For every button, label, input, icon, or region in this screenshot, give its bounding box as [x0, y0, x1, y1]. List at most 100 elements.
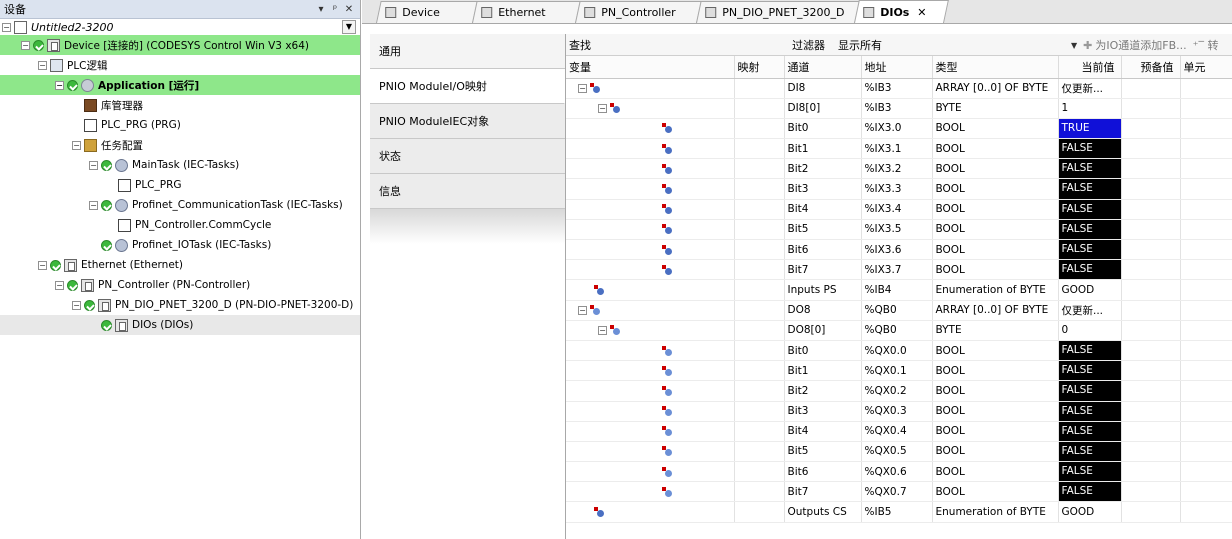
table-row[interactable]: Bit6 %QX0.6 BOOL FALSE: [566, 461, 1232, 483]
prepared-value-cell[interactable]: [1121, 138, 1181, 160]
variable-cell[interactable]: [566, 421, 735, 442]
table-row[interactable]: Bit7 %IX3.7 BOOL FALSE: [566, 259, 1232, 281]
column-header[interactable]: 类型: [932, 56, 1059, 79]
tree-maintask-plc-prg[interactable]: PLC_PRG: [0, 175, 360, 195]
collapse-icon[interactable]: −: [89, 160, 98, 170]
tree-device[interactable]: − Device [连接的] (CODESYS Control Win V3 x6…: [0, 35, 360, 55]
tree-pn-controller[interactable]: − PN_Controller (PN-Controller): [0, 275, 360, 295]
prepared-value-cell[interactable]: [1121, 279, 1181, 301]
table-row[interactable]: Bit0 %IX3.0 BOOL TRUE: [566, 118, 1232, 140]
tab-pn-dio-pnet-3200-d[interactable]: PN_DIO_PNET_3200_D: [696, 1, 860, 23]
collapse-icon[interactable]: −: [55, 280, 64, 290]
variable-cell[interactable]: [566, 118, 735, 140]
prepared-value-cell[interactable]: [1121, 360, 1181, 382]
chevron-down-icon[interactable]: ▼: [1071, 41, 1077, 50]
collapse-icon[interactable]: −: [578, 84, 587, 94]
column-header[interactable]: 映射: [734, 56, 785, 79]
variable-cell[interactable]: [566, 158, 735, 180]
collapse-icon[interactable]: −: [55, 80, 64, 90]
variable-cell[interactable]: [566, 360, 735, 382]
table-row[interactable]: Bit1 %IX3.1 BOOL FALSE: [566, 138, 1232, 160]
tab-ethernet[interactable]: Ethernet: [472, 1, 581, 23]
tree-plc-prg[interactable]: PLC_PRG (PRG): [0, 115, 360, 135]
tree-profinet-comm-task[interactable]: − Profinet_CommunicationTask (IEC-Tasks): [0, 195, 360, 215]
tree-ethernet[interactable]: − Ethernet (Ethernet): [0, 255, 360, 275]
table-row[interactable]: − DI8[0] %IB3 BYTE 1: [566, 98, 1232, 119]
variable-cell[interactable]: [566, 279, 735, 301]
panel-menu-icon[interactable]: ▾: [314, 4, 328, 15]
tab-general[interactable]: 通用: [370, 34, 565, 69]
table-row[interactable]: Outputs CS %IB5 Enumeration of BYTE GOOD: [566, 501, 1232, 523]
prepared-value-cell[interactable]: [1121, 259, 1181, 281]
table-row[interactable]: Bit6 %IX3.6 BOOL FALSE: [566, 239, 1232, 261]
variable-cell[interactable]: [566, 199, 735, 220]
variable-cell[interactable]: [566, 461, 735, 483]
prepared-value-cell[interactable]: [1121, 118, 1181, 140]
variable-cell[interactable]: [566, 340, 735, 362]
variable-cell[interactable]: −: [566, 320, 735, 341]
table-row[interactable]: Bit3 %IX3.3 BOOL FALSE: [566, 178, 1232, 200]
close-icon[interactable]: ✕: [342, 4, 356, 15]
table-row[interactable]: Bit2 %QX0.2 BOOL FALSE: [566, 380, 1232, 402]
prepared-value-cell[interactable]: [1121, 158, 1181, 180]
collapse-icon[interactable]: −: [72, 140, 81, 150]
tree-commcycle[interactable]: PN_Controller.CommCycle: [0, 215, 360, 235]
pin-icon[interactable]: ᵖ: [328, 4, 342, 15]
table-row[interactable]: Bit1 %QX0.1 BOOL FALSE: [566, 360, 1232, 382]
chevron-down-icon[interactable]: ▼: [342, 20, 356, 34]
variable-cell[interactable]: [566, 259, 735, 281]
tree-maintask[interactable]: − MainTask (IEC-Tasks): [0, 155, 360, 175]
variable-cell[interactable]: −: [566, 300, 735, 321]
variable-cell[interactable]: [566, 401, 735, 422]
prepared-value-cell[interactable]: [1121, 219, 1181, 241]
tab-io-mapping[interactable]: PNIO ModuleI/O映射: [370, 69, 565, 104]
table-row[interactable]: Bit4 %QX0.4 BOOL FALSE: [566, 421, 1232, 442]
prepared-value-cell[interactable]: [1121, 300, 1181, 321]
variable-cell[interactable]: [566, 239, 735, 261]
goto-instance-button[interactable]: ⁺‾ 转: [1193, 37, 1219, 53]
prepared-value-cell[interactable]: [1121, 320, 1181, 341]
collapse-icon[interactable]: −: [21, 40, 30, 50]
prepared-value-cell[interactable]: [1121, 178, 1181, 200]
tree-pn-dio-device[interactable]: − PN_DIO_PNET_3200_D (PN-DIO-PNET-3200-D): [0, 295, 360, 315]
collapse-icon[interactable]: −: [598, 326, 607, 336]
tab-status[interactable]: 状态: [370, 139, 565, 174]
collapse-icon[interactable]: −: [598, 104, 607, 114]
filter-dropdown[interactable]: 显示所有: [838, 37, 882, 53]
table-row[interactable]: − DO8 %QB0 ARRAY [0..0] OF BYTE 仅更新...: [566, 300, 1232, 321]
variable-cell[interactable]: [566, 501, 735, 523]
variable-cell[interactable]: [566, 380, 735, 402]
column-header[interactable]: 地址: [861, 56, 933, 79]
variable-cell[interactable]: [566, 481, 735, 503]
add-fb-button[interactable]: 为IO通道添加FB...: [1095, 37, 1186, 53]
tab-dios[interactable]: DIOs ✕: [854, 0, 949, 23]
collapse-icon[interactable]: −: [72, 300, 81, 310]
find-field[interactable]: 查找: [566, 37, 791, 53]
column-header[interactable]: 单元: [1180, 56, 1232, 79]
tree-application[interactable]: − Application [运行]: [0, 75, 360, 95]
variable-cell[interactable]: [566, 441, 735, 463]
prepared-value-cell[interactable]: [1121, 481, 1181, 503]
prepared-value-cell[interactable]: [1121, 441, 1181, 463]
tree-root[interactable]: − Untitled2-3200 ▼: [0, 19, 360, 35]
column-header[interactable]: 预备值: [1121, 56, 1181, 79]
collapse-icon[interactable]: −: [2, 22, 11, 32]
tree-dios[interactable]: DIOs (DIOs): [0, 315, 360, 335]
column-header[interactable]: 当前值: [1058, 56, 1122, 79]
variable-cell[interactable]: [566, 178, 735, 200]
tree-library-manager[interactable]: 库管理器: [0, 95, 360, 115]
prepared-value-cell[interactable]: [1121, 461, 1181, 483]
collapse-icon[interactable]: −: [578, 306, 587, 316]
column-header[interactable]: 变量: [566, 56, 735, 79]
collapse-icon[interactable]: −: [38, 60, 47, 70]
table-row[interactable]: Bit5 %IX3.5 BOOL FALSE: [566, 219, 1232, 241]
variable-cell[interactable]: −: [566, 98, 735, 119]
table-row[interactable]: Inputs PS %IB4 Enumeration of BYTE GOOD: [566, 279, 1232, 301]
table-row[interactable]: Bit4 %IX3.4 BOOL FALSE: [566, 199, 1232, 220]
prepared-value-cell[interactable]: [1121, 421, 1181, 442]
close-tab-icon[interactable]: ✕: [917, 6, 926, 19]
tab-information[interactable]: 信息: [370, 174, 565, 209]
tree-profinet-io-task[interactable]: Profinet_IOTask (IEC-Tasks): [0, 235, 360, 255]
prepared-value-cell[interactable]: [1121, 380, 1181, 402]
collapse-icon[interactable]: −: [38, 260, 47, 270]
